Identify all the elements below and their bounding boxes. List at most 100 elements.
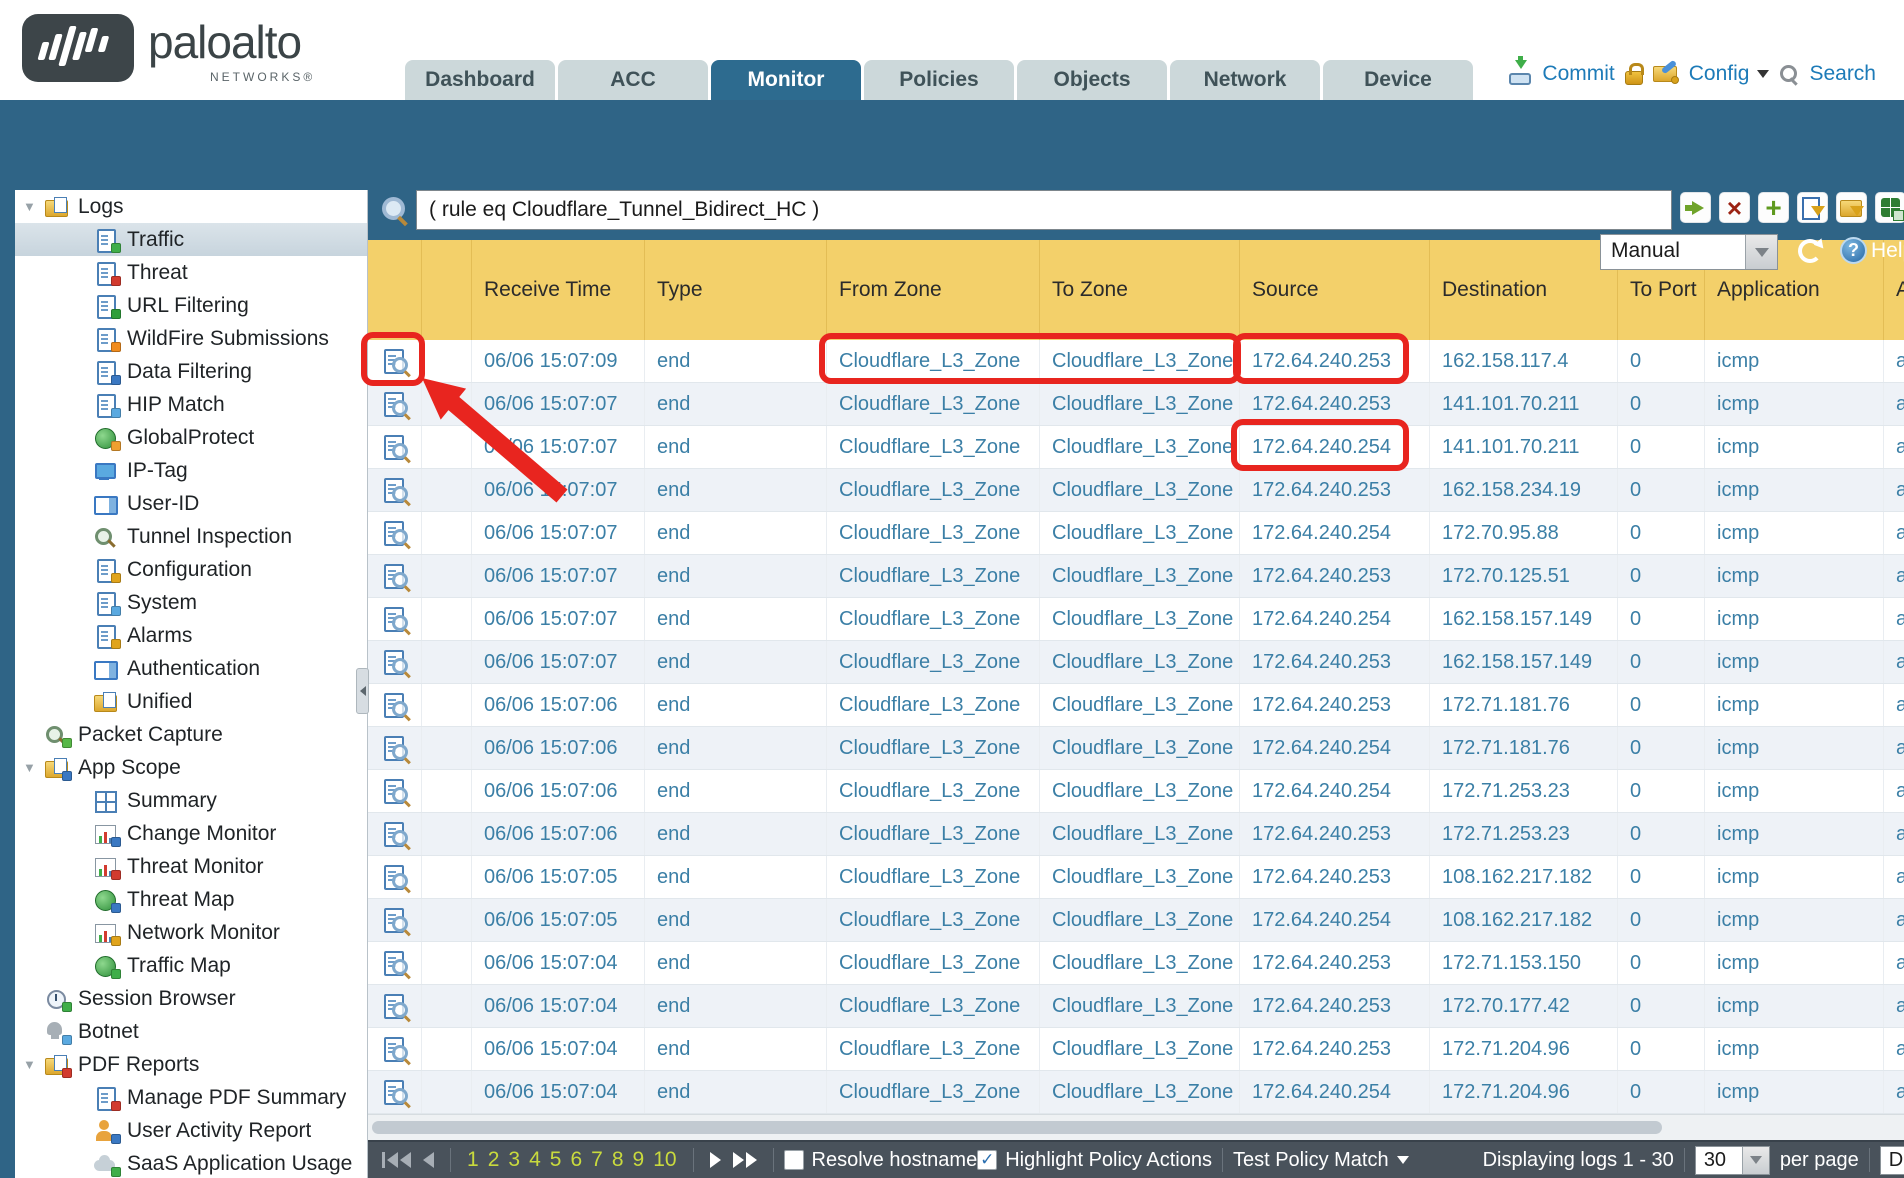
action-cell[interactable]: a [1884, 512, 1904, 554]
to-zone-cell[interactable]: Cloudflare_L3_Zone [1040, 598, 1240, 640]
sidebar-item-hip-match[interactable]: ▼ HIP Match [15, 388, 367, 421]
type-cell[interactable]: end [645, 555, 827, 597]
source-cell[interactable]: 172.64.240.253 [1240, 469, 1430, 511]
search-button[interactable]: Search [1809, 62, 1876, 86]
source-cell[interactable]: 172.64.240.254 [1240, 1071, 1430, 1113]
prev-page-button[interactable] [417, 1152, 440, 1168]
first-page-button[interactable] [376, 1152, 417, 1168]
action-cell[interactable]: a [1884, 813, 1904, 855]
resolve-hostname-checkbox[interactable] [784, 1150, 804, 1170]
destination-cell[interactable]: 141.101.70.211 [1430, 383, 1618, 425]
receive-time-cell[interactable]: 06/06 15:07:07 [472, 598, 645, 640]
log-detail-button[interactable] [368, 770, 422, 812]
receive-time-cell[interactable]: 06/06 15:07:07 [472, 383, 645, 425]
horizontal-scrollbar[interactable] [368, 1114, 1904, 1140]
from-zone-cell[interactable]: Cloudflare_L3_Zone [827, 383, 1040, 425]
destination-cell[interactable]: 162.158.117.4 [1430, 340, 1618, 382]
receive-time-cell[interactable]: 06/06 15:07:07 [472, 469, 645, 511]
page-number-2[interactable]: 2 [488, 1148, 500, 1172]
action-cell[interactable]: a [1884, 856, 1904, 898]
destination-cell[interactable]: 172.71.204.96 [1430, 1071, 1618, 1113]
destination-cell[interactable]: 172.71.253.23 [1430, 770, 1618, 812]
tab-objects[interactable]: Objects [1017, 60, 1167, 100]
to-zone-cell[interactable]: Cloudflare_L3_Zone [1040, 469, 1240, 511]
application-cell[interactable]: icmp [1705, 555, 1884, 597]
destination-cell[interactable]: 172.71.181.76 [1430, 727, 1618, 769]
destination-cell[interactable]: 108.162.217.182 [1430, 856, 1618, 898]
destination-cell[interactable]: 162.158.157.149 [1430, 641, 1618, 683]
from-zone-cell[interactable]: Cloudflare_L3_Zone [827, 1071, 1040, 1113]
action-cell[interactable]: a [1884, 340, 1904, 382]
destination-cell[interactable]: 162.158.157.149 [1430, 598, 1618, 640]
source-cell[interactable]: 172.64.240.253 [1240, 813, 1430, 855]
from-zone-cell[interactable]: Cloudflare_L3_Zone [827, 813, 1040, 855]
column-header-destination[interactable]: Destination [1430, 240, 1618, 340]
source-cell[interactable]: 172.64.240.254 [1240, 899, 1430, 941]
page-number-5[interactable]: 5 [550, 1148, 562, 1172]
action-cell[interactable]: a [1884, 770, 1904, 812]
log-detail-button[interactable] [368, 899, 422, 941]
page-number-1[interactable]: 1 [467, 1148, 479, 1172]
tab-dashboard[interactable]: Dashboard [405, 60, 555, 100]
config-button[interactable]: Config [1689, 62, 1750, 86]
sidebar-item-threat-map[interactable]: ▼ Threat Map [15, 883, 367, 916]
type-cell[interactable]: end [645, 598, 827, 640]
log-detail-button[interactable] [368, 598, 422, 640]
action-cell[interactable]: a [1884, 1071, 1904, 1113]
expand-triangle-icon[interactable]: ▼ [23, 760, 45, 775]
application-cell[interactable]: icmp [1705, 598, 1884, 640]
to-zone-cell[interactable]: Cloudflare_L3_Zone [1040, 555, 1240, 597]
page-number-6[interactable]: 6 [570, 1148, 582, 1172]
to-zone-cell[interactable]: Cloudflare_L3_Zone [1040, 985, 1240, 1027]
sidebar-item-alarms[interactable]: ▼ Alarms [15, 619, 367, 652]
page-number-4[interactable]: 4 [529, 1148, 541, 1172]
application-cell[interactable]: icmp [1705, 813, 1884, 855]
application-cell[interactable]: icmp [1705, 727, 1884, 769]
type-cell[interactable]: end [645, 899, 827, 941]
receive-time-cell[interactable]: 06/06 15:07:06 [472, 727, 645, 769]
sidebar-item-network-monitor[interactable]: ▼ Network Monitor [15, 916, 367, 949]
sidebar-item-user-activity-report[interactable]: ▼ User Activity Report [15, 1114, 367, 1147]
to-port-cell[interactable]: 0 [1618, 727, 1705, 769]
to-zone-cell[interactable]: Cloudflare_L3_Zone [1040, 641, 1240, 683]
action-cell[interactable]: a [1884, 598, 1904, 640]
type-cell[interactable]: end [645, 469, 827, 511]
type-cell[interactable]: end [645, 770, 827, 812]
action-cell[interactable]: a [1884, 383, 1904, 425]
type-cell[interactable]: end [645, 684, 827, 726]
type-cell[interactable]: end [645, 942, 827, 984]
sidebar-item-summary[interactable]: ▼ Summary [15, 784, 367, 817]
refresh-mode-dropdown-button[interactable] [1745, 235, 1777, 269]
receive-time-cell[interactable]: 06/06 15:07:06 [472, 813, 645, 855]
from-zone-cell[interactable]: Cloudflare_L3_Zone [827, 340, 1040, 382]
to-port-cell[interactable]: 0 [1618, 469, 1705, 511]
tab-acc[interactable]: ACC [558, 60, 708, 100]
from-zone-cell[interactable]: Cloudflare_L3_Zone [827, 727, 1040, 769]
config-caret-icon[interactable] [1757, 70, 1769, 78]
type-cell[interactable]: end [645, 641, 827, 683]
tab-monitor[interactable]: Monitor [711, 60, 861, 100]
to-zone-cell[interactable]: Cloudflare_L3_Zone [1040, 340, 1240, 382]
from-zone-cell[interactable]: Cloudflare_L3_Zone [827, 856, 1040, 898]
type-cell[interactable]: end [645, 813, 827, 855]
sort-order-select[interactable]: DESC [1880, 1146, 1904, 1175]
receive-time-cell[interactable]: 06/06 15:07:04 [472, 985, 645, 1027]
application-cell[interactable]: icmp [1705, 426, 1884, 468]
log-detail-button[interactable] [368, 383, 422, 425]
test-policy-match-button[interactable]: Test Policy Match [1233, 1149, 1409, 1172]
last-page-button[interactable] [727, 1152, 763, 1168]
sidebar-item-session-browser[interactable]: ▼ Session Browser [15, 982, 367, 1015]
column-header-receive-time[interactable]: Receive Time [472, 240, 645, 340]
type-cell[interactable]: end [645, 383, 827, 425]
to-port-cell[interactable]: 0 [1618, 985, 1705, 1027]
application-cell[interactable]: icmp [1705, 985, 1884, 1027]
to-zone-cell[interactable]: Cloudflare_L3_Zone [1040, 383, 1240, 425]
column-header[interactable] [368, 240, 422, 340]
type-cell[interactable]: end [645, 426, 827, 468]
source-cell[interactable]: 172.64.240.253 [1240, 555, 1430, 597]
application-cell[interactable]: icmp [1705, 684, 1884, 726]
sidebar-item-user-id[interactable]: ▼ User-ID [15, 487, 367, 520]
from-zone-cell[interactable]: Cloudflare_L3_Zone [827, 512, 1040, 554]
application-cell[interactable]: icmp [1705, 899, 1884, 941]
type-cell[interactable]: end [645, 985, 827, 1027]
